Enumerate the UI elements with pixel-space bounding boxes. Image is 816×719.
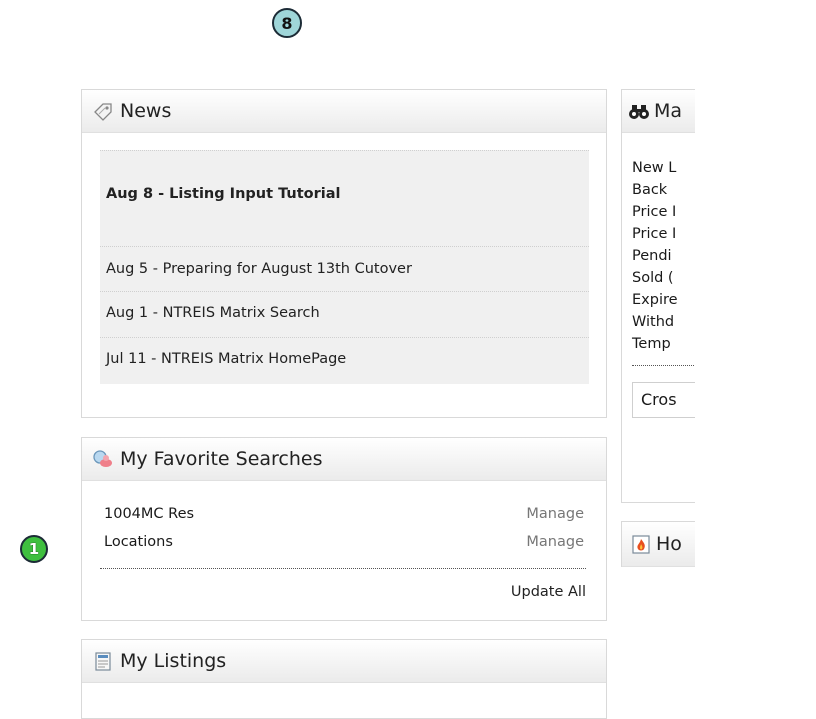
manage-link[interactable]: Manage	[526, 506, 584, 522]
news-item-featured[interactable]: Aug 8 - Listing Input Tutorial	[106, 186, 589, 202]
step-badge-1: 1	[20, 535, 48, 563]
news-title: News	[120, 100, 172, 122]
favorite-searches-panel: My Favorite Searches 1004MC Res Manage L…	[81, 437, 607, 621]
favorites-header: My Favorite Searches	[82, 438, 606, 481]
market-link[interactable]: Pendi	[632, 248, 672, 264]
market-title: Ma	[654, 100, 683, 122]
market-link[interactable]: Sold (	[632, 270, 674, 286]
market-header: Ma	[622, 90, 695, 133]
market-panel: Ma New L Back Price I Price I Pendi Sold…	[621, 89, 695, 503]
search-people-icon	[92, 448, 114, 470]
favorite-search-link[interactable]: Locations	[104, 534, 173, 550]
my-listings-panel: My Listings	[81, 639, 607, 719]
news-item[interactable]: Aug 5 - Preparing for August 13th Cutove…	[106, 261, 589, 277]
binoculars-icon	[628, 100, 650, 122]
step-badge-8: 8	[272, 8, 302, 38]
divider	[632, 365, 695, 366]
hot-title: Ho	[656, 533, 682, 555]
favorite-search-row: 1004MC Res Manage	[104, 506, 584, 522]
market-link[interactable]: Price I	[632, 204, 676, 220]
news-item[interactable]: Jul 11 - NTREIS Matrix HomePage	[106, 351, 589, 367]
divider	[100, 568, 586, 569]
listings-title: My Listings	[120, 650, 227, 672]
update-all-link[interactable]: Update All	[511, 584, 586, 600]
right-column-clip: Ma New L Back Price I Price I Pendi Sold…	[621, 89, 695, 589]
news-panel: News Aug 8 - Listing Input Tutorial Aug …	[81, 89, 607, 418]
favorite-search-link[interactable]: 1004MC Res	[104, 506, 194, 522]
favorite-search-row: Locations Manage	[104, 534, 584, 550]
hot-header: Ho	[622, 522, 695, 567]
news-list: Aug 8 - Listing Input Tutorial Aug 5 - P…	[100, 150, 589, 384]
hot-sheet-panel: Ho	[621, 521, 695, 567]
news-header: News	[82, 90, 606, 133]
market-link[interactable]: Withd	[632, 314, 674, 330]
document-icon	[92, 650, 114, 672]
market-link[interactable]: Back	[632, 182, 667, 198]
market-link[interactable]: Price I	[632, 226, 676, 242]
manage-link[interactable]: Manage	[526, 534, 584, 550]
market-link[interactable]: Expire	[632, 292, 678, 308]
listings-header: My Listings	[82, 640, 606, 683]
news-item[interactable]: Aug 1 - NTREIS Matrix Search	[106, 305, 589, 321]
market-link[interactable]: Temp	[632, 336, 671, 352]
favorites-title: My Favorite Searches	[120, 448, 323, 470]
market-link[interactable]: New L	[632, 160, 676, 176]
fire-icon	[630, 533, 652, 555]
cross-property-select[interactable]: Cros	[632, 382, 695, 418]
tag-icon	[92, 100, 114, 122]
